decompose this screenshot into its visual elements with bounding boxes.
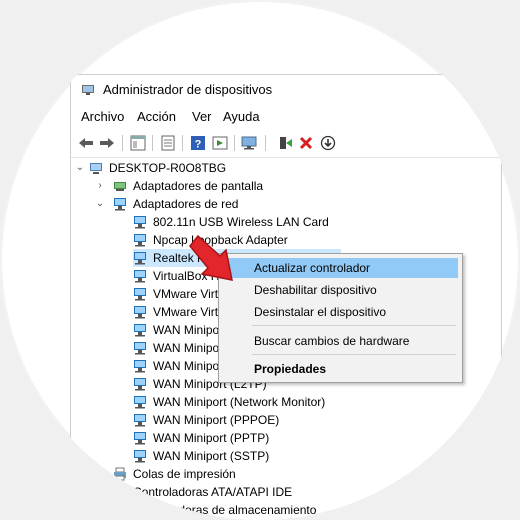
tree-item-label: Adaptadores de red [133, 197, 239, 211]
device-manager-app-icon [82, 85, 94, 95]
back-arrow-icon[interactable] [77, 134, 95, 152]
network-adapter-icon [134, 396, 146, 409]
tree-item-device[interactable]: 802.11n USB Wireless LAN Card [133, 213, 433, 231]
tree-item-display-adapters[interactable]: › Adaptadores de pantalla [95, 177, 395, 195]
background: Administrador de dispositivos Archivo Ac… [0, 0, 520, 520]
device-label: WAN Miniport (PPTP) [153, 431, 270, 445]
toolbar-separator [122, 135, 123, 151]
help-icon[interactable]: ? [189, 134, 207, 152]
tree-item-network-adapters[interactable]: ⌄ Adaptadores de red [95, 195, 395, 213]
controller-icon [114, 489, 126, 495]
tree-item-label: Adaptadores de pantalla [133, 179, 264, 193]
tree-item-label: Colas de impresión [133, 467, 236, 481]
network-adapter-icon [134, 288, 146, 301]
device-label: WAN Miniport (SSTP) [153, 449, 270, 463]
device-label: WAN Miniport [153, 341, 227, 355]
device-label: 802.11n USB Wireless LAN Card [153, 215, 329, 229]
menu-item-uninstall-device[interactable]: Desinstalar el dispositivo [221, 302, 458, 322]
menu-item-label: Propiedades [254, 362, 327, 376]
computer-icon [90, 163, 102, 174]
network-adapter-icon [134, 234, 146, 247]
tree-item-storage-controllers[interactable]: › Controladoras de almacenamiento [95, 501, 395, 519]
menu-ayuda[interactable]: Ayuda [223, 109, 260, 124]
menu-item-label: Deshabilitar dispositivo [254, 283, 377, 297]
view-icon[interactable] [211, 134, 229, 152]
network-adapter-icon [134, 252, 146, 265]
menu-item-update-driver[interactable]: Actualizar controlador [221, 258, 458, 278]
menu-archivo[interactable]: Archivo [81, 109, 124, 124]
device-label: WAN Miniport [153, 323, 227, 337]
forward-arrow-icon[interactable] [98, 134, 116, 152]
device-label: WAN Miniport [153, 359, 227, 373]
network-adapter-icon [134, 216, 146, 229]
network-adapter-icon [134, 414, 146, 427]
device-label: VMware Virt [153, 305, 219, 319]
toolbar-separator [265, 135, 266, 151]
menu-item-scan-hardware[interactable]: Buscar cambios de hardware [221, 331, 458, 351]
chevron-right-icon[interactable]: › [95, 177, 105, 195]
uninstall-x-icon[interactable] [297, 134, 315, 152]
network-adapter-icon [134, 432, 146, 445]
update-driver-icon[interactable] [319, 134, 337, 152]
title-bar: Administrador de dispositivos [71, 75, 501, 105]
toolbar-separator [152, 135, 153, 151]
controller-icon [114, 507, 126, 513]
menu-bar: Archivo Acción Ver Ayuda [71, 109, 501, 131]
console-tree-icon[interactable] [129, 134, 147, 152]
tree-item-device[interactable]: Npcap Loopback Adapter [133, 231, 433, 249]
tree-item-device[interactable]: WAN Miniport (SSTP) [133, 447, 433, 465]
device-label: WAN Miniport (Network Monitor) [153, 395, 326, 409]
network-adapter-icon [134, 450, 146, 463]
network-adapter-icon [134, 324, 146, 337]
tree-item-print-queues[interactable]: › Colas de impresión [95, 465, 395, 483]
tree-item-ata-controllers[interactable]: › Controladoras ATA/ATAPI IDE [95, 483, 395, 501]
enable-device-icon[interactable] [276, 134, 294, 152]
menu-item-properties[interactable]: Propiedades [221, 359, 458, 379]
red-pointer-arrow-icon [189, 234, 233, 281]
svg-text:?: ? [195, 139, 202, 151]
circular-crop: Administrador de dispositivos Archivo Ac… [0, 0, 520, 520]
network-adapter-icon [134, 378, 146, 391]
menu-item-label: Buscar cambios de hardware [254, 334, 410, 348]
tree-item-device[interactable]: WAN Miniport (PPPOE) [133, 411, 433, 429]
menu-item-label: Actualizar controlador [254, 261, 371, 275]
network-adapter-icon [114, 198, 126, 211]
window-title: Administrador de dispositivos [103, 82, 273, 97]
properties-icon[interactable] [159, 134, 177, 152]
display-adapter-icon [114, 182, 126, 191]
tree-root[interactable]: ⌄ DESKTOP-R0O8TBG [75, 159, 375, 177]
chevron-down-icon[interactable]: ⌄ [95, 195, 105, 213]
menu-separator [252, 354, 456, 355]
chevron-right-icon[interactable]: › [95, 465, 105, 483]
chevron-down-icon[interactable]: ⌄ [75, 159, 85, 177]
tree-item-device[interactable]: WAN Miniport (PPTP) [133, 429, 433, 447]
menu-ver[interactable]: Ver [192, 109, 212, 124]
tree-item-device[interactable]: WAN Miniport (Network Monitor) [133, 393, 433, 411]
context-menu: Actualizar controlador Deshabilitar disp… [218, 253, 463, 383]
menu-item-disable-device[interactable]: Deshabilitar dispositivo [221, 280, 458, 300]
device-label: WAN Miniport (PPPOE) [153, 413, 280, 427]
tree-root-label: DESKTOP-R0O8TBG [109, 161, 227, 175]
tree-item-label: Controladoras ATA/ATAPI IDE [133, 485, 293, 499]
toolbar: ? [71, 131, 501, 158]
network-adapter-icon [134, 306, 146, 319]
network-adapter-icon [134, 270, 146, 283]
printer-icon [114, 467, 126, 481]
menu-separator [252, 325, 456, 326]
chevron-right-icon[interactable]: › [95, 501, 105, 519]
menu-accion[interactable]: Acción [137, 109, 176, 124]
menu-item-label: Desinstalar el dispositivo [254, 305, 387, 319]
toolbar-separator [182, 135, 183, 151]
network-adapter-icon [134, 360, 146, 373]
tree-item-label: Controladoras de almacenamiento [133, 503, 317, 517]
toolbar-separator [234, 135, 235, 151]
chevron-right-icon[interactable]: › [95, 483, 105, 501]
network-adapter-icon [134, 342, 146, 355]
monitor-scan-icon[interactable] [241, 134, 259, 152]
